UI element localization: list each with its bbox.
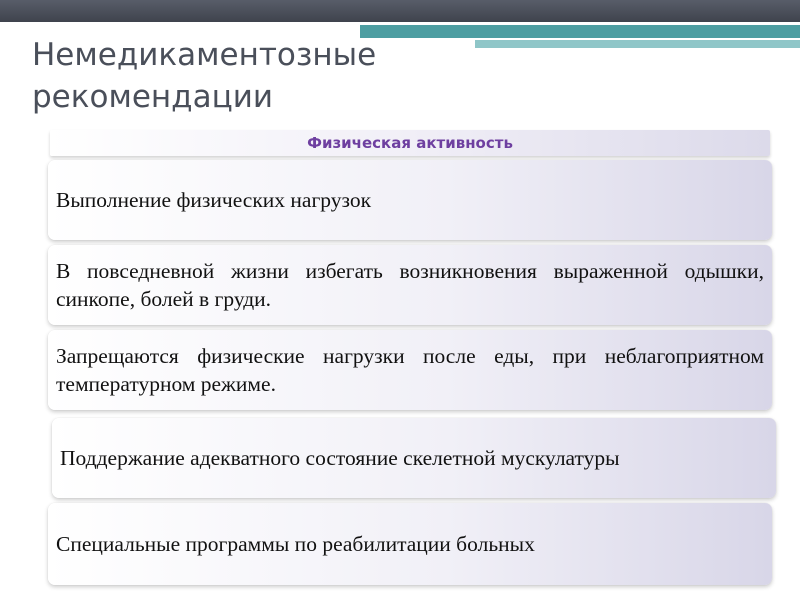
list-item-text: Выполнение физических нагрузок <box>56 188 372 212</box>
list-item: Поддержание адекватного состояние скелет… <box>52 418 776 498</box>
top-teal-light-bar <box>475 40 800 48</box>
list-item: Запрещаются физические нагрузки после ед… <box>48 330 772 410</box>
slide-title: Немедикаментозные рекомендации <box>32 37 377 115</box>
list-item: Выполнение физических нагрузок <box>48 160 772 240</box>
top-dark-bar <box>0 0 800 22</box>
list-item-text: Запрещаются физические нагрузки после ед… <box>56 344 764 396</box>
section-header: Физическая активность <box>50 130 770 156</box>
list-item: В повседневной жизни избегать возникнове… <box>48 245 772 325</box>
list-item-text: Специальные программы по реабилитации бо… <box>56 532 535 556</box>
list-item: Специальные программы по реабилитации бо… <box>48 503 772 585</box>
list-item-text: Поддержание адекватного состояние скелет… <box>60 446 620 470</box>
list-item-text: В повседневной жизни избегать возникнове… <box>56 259 764 311</box>
